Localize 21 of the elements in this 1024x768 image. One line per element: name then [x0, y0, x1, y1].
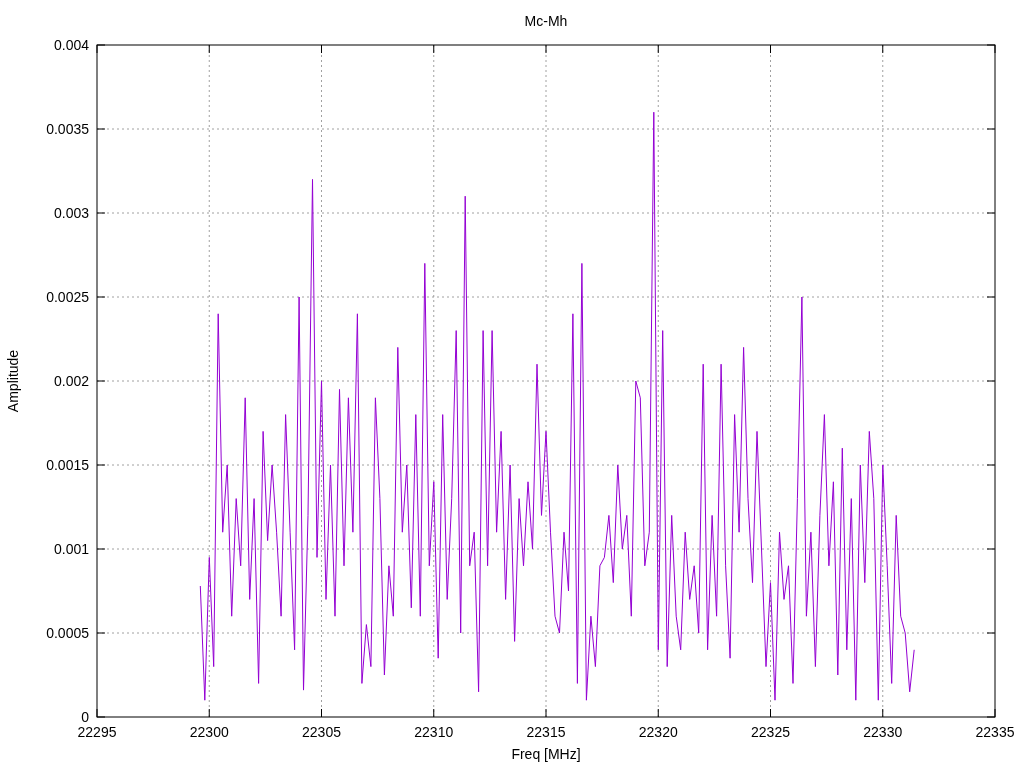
y-axis-label: Amplitude	[5, 349, 21, 413]
tick-label: 0.003	[53, 205, 89, 221]
tick-label: 0.0035	[46, 121, 89, 137]
tick-label: 22300	[189, 724, 229, 740]
x-axis-label: Freq [MHz]	[511, 746, 581, 762]
tick-label: 0.004	[53, 37, 89, 53]
tick-label: 22310	[414, 724, 454, 740]
tick-label: 22330	[863, 724, 903, 740]
tick-label: 22320	[638, 724, 678, 740]
tick-label: 0.002	[53, 373, 89, 389]
tick-label: 22325	[751, 724, 790, 740]
tick-label: 0.0005	[46, 625, 89, 641]
tick-label: 22315	[526, 724, 566, 740]
tick-label: 22295	[77, 724, 117, 740]
chart-title: Mc-Mh	[524, 13, 568, 29]
tick-label: 0	[81, 709, 89, 725]
tick-label: 0.001	[53, 541, 89, 557]
tick-label: 0.0015	[46, 457, 89, 473]
tick-label: 22305	[302, 724, 341, 740]
tick-label: 0.0025	[46, 289, 89, 305]
tick-label: 22335	[975, 724, 1015, 740]
